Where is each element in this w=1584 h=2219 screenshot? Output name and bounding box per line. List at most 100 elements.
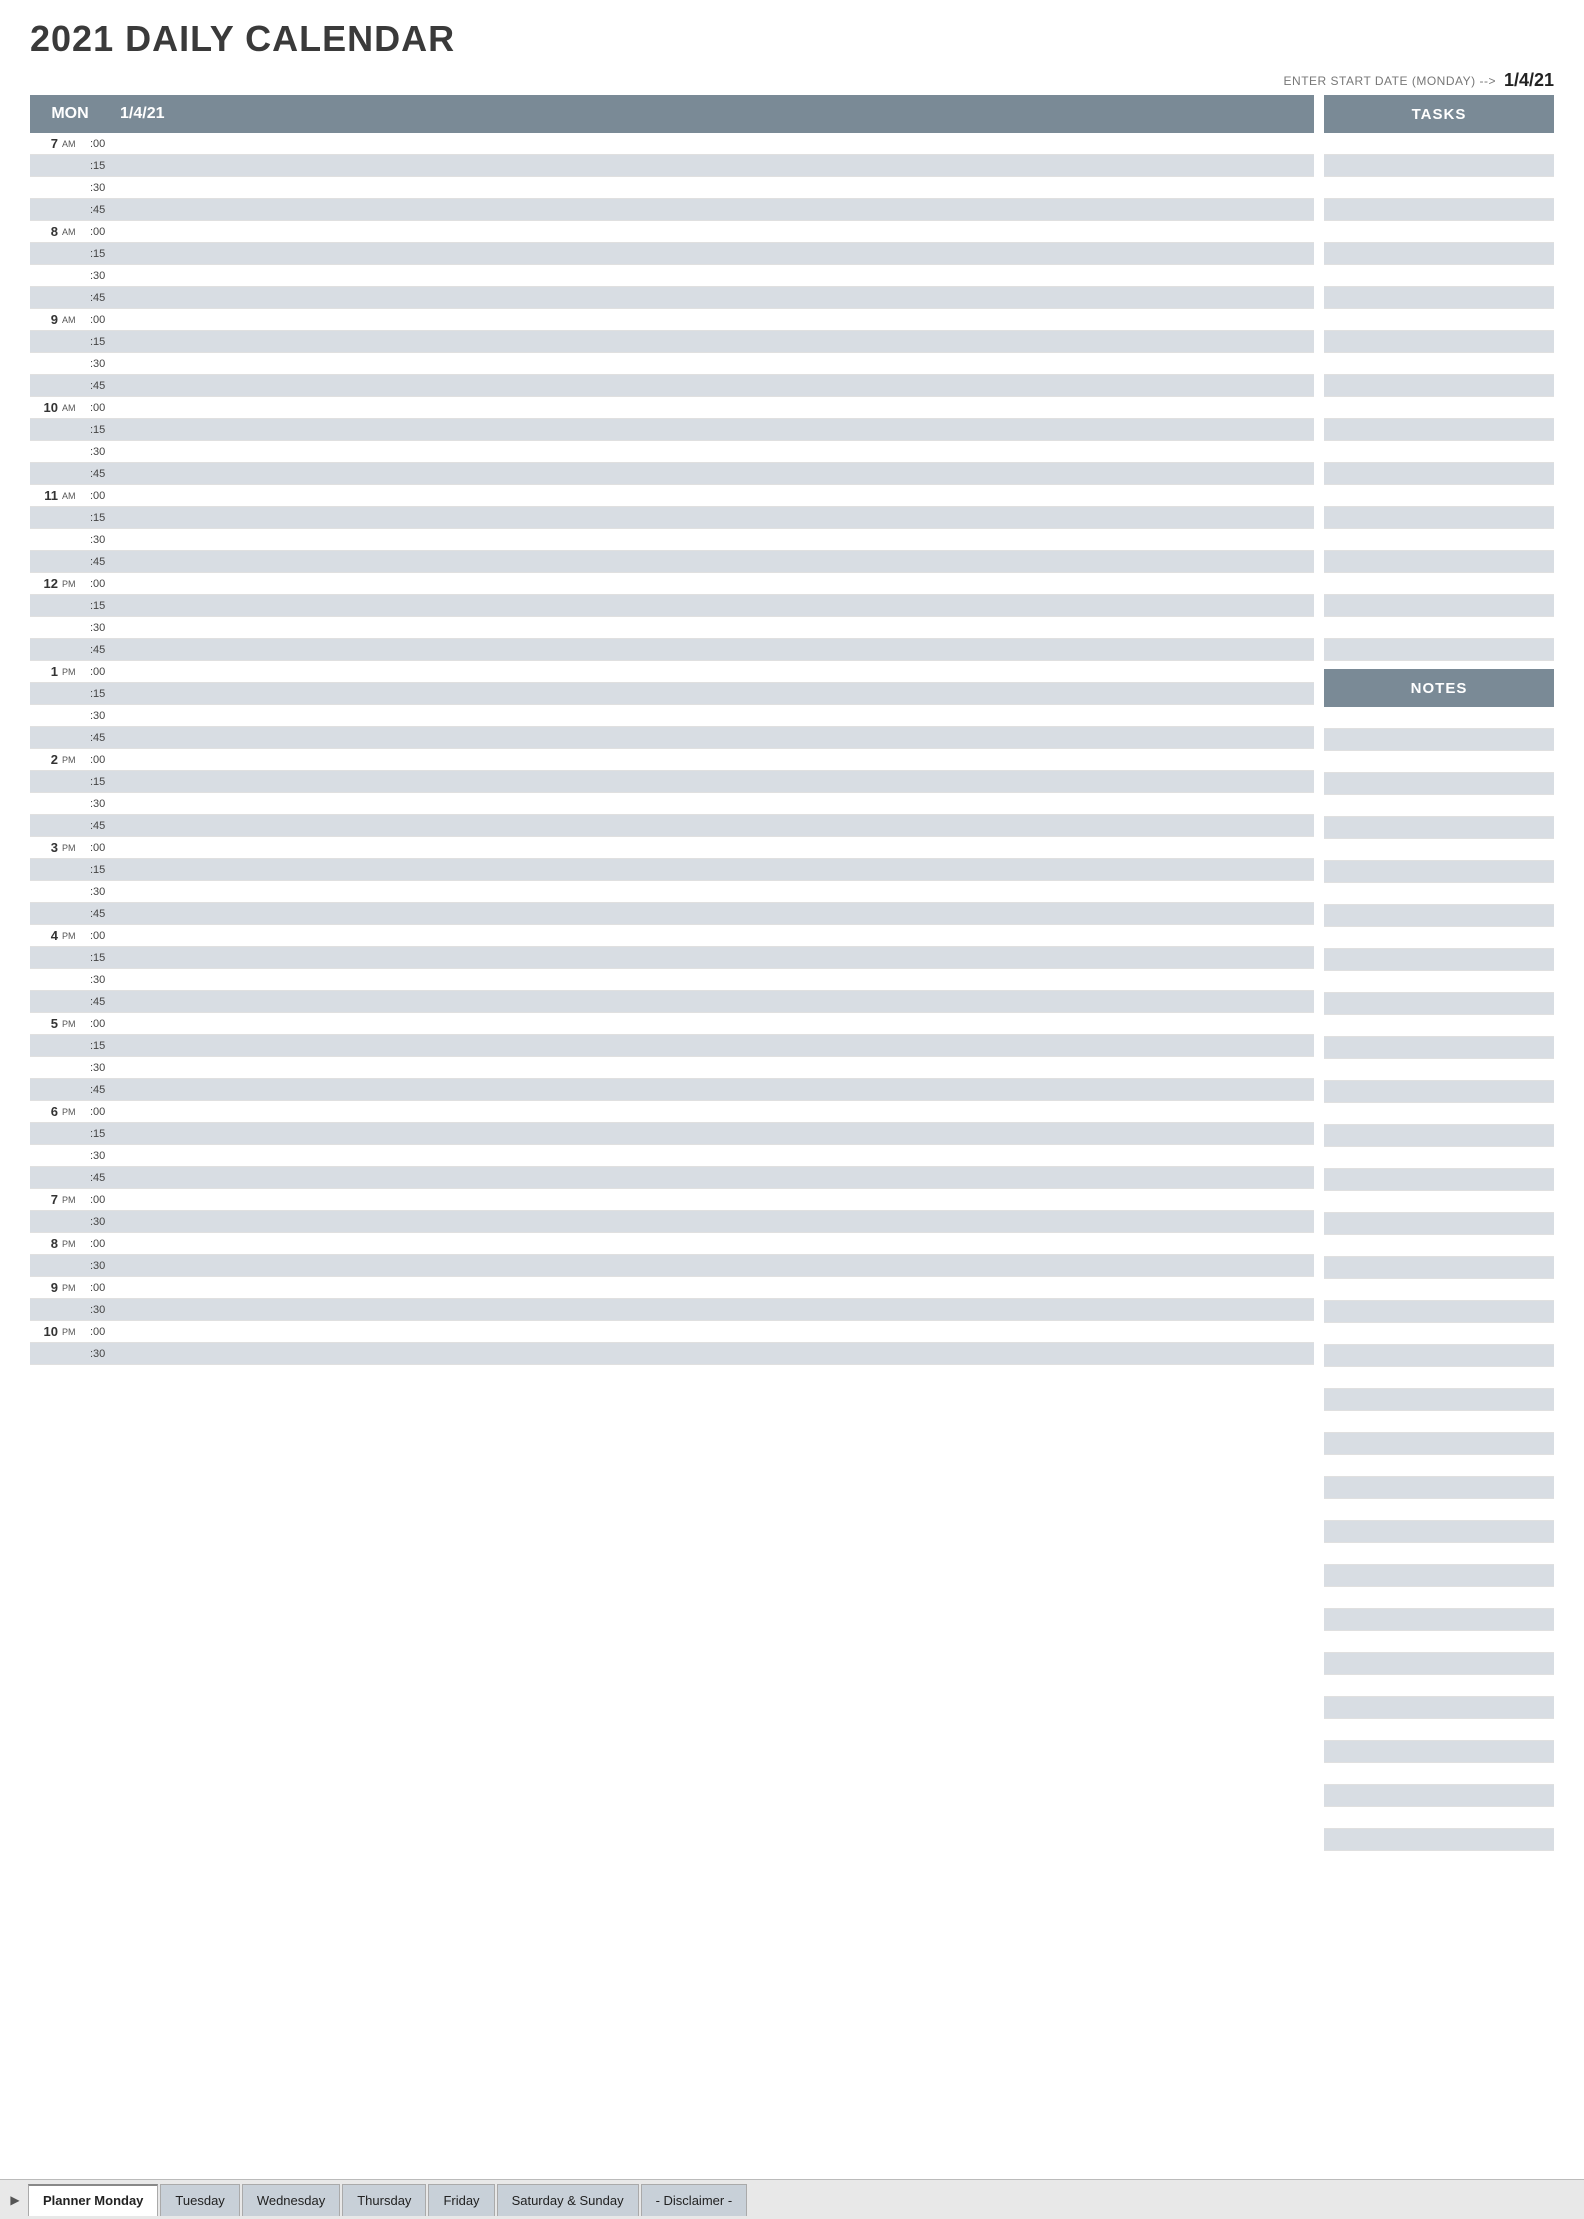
note-row[interactable]	[1324, 1103, 1554, 1125]
time-content[interactable]	[118, 925, 1314, 946]
task-row[interactable]	[1324, 353, 1554, 375]
note-row[interactable]	[1324, 1741, 1554, 1763]
time-slot-9-00[interactable]: 9 AM :00	[30, 309, 1314, 331]
task-row[interactable]	[1324, 507, 1554, 529]
time-content[interactable]	[118, 1189, 1314, 1210]
time-content[interactable]	[118, 903, 1314, 924]
time-slot-8pm-30[interactable]: :30	[30, 1255, 1314, 1277]
time-content[interactable]	[118, 1123, 1314, 1144]
time-content[interactable]	[118, 661, 1314, 682]
time-content[interactable]	[118, 1211, 1314, 1232]
time-slot-1pm-00[interactable]: 1 PM :00	[30, 661, 1314, 683]
time-slot-4pm-30[interactable]: :30	[30, 969, 1314, 991]
note-row[interactable]	[1324, 949, 1554, 971]
time-content[interactable]	[118, 133, 1314, 154]
note-row[interactable]	[1324, 1675, 1554, 1697]
time-slot-3pm-00[interactable]: 3 PM :00	[30, 837, 1314, 859]
time-slot-6pm-15[interactable]: :15	[30, 1123, 1314, 1145]
time-content[interactable]	[118, 155, 1314, 176]
note-row[interactable]	[1324, 1015, 1554, 1037]
time-slot-1pm-45[interactable]: :45	[30, 727, 1314, 749]
task-row[interactable]	[1324, 529, 1554, 551]
tab-friday[interactable]: Friday	[428, 2184, 494, 2216]
time-slot-2pm-45[interactable]: :45	[30, 815, 1314, 837]
time-content[interactable]	[118, 221, 1314, 242]
note-row[interactable]	[1324, 1125, 1554, 1147]
time-content[interactable]	[118, 1101, 1314, 1122]
time-slot-4pm-45[interactable]: :45	[30, 991, 1314, 1013]
time-slot-5pm-00[interactable]: 5 PM :00	[30, 1013, 1314, 1035]
note-row[interactable]	[1324, 1477, 1554, 1499]
note-row[interactable]	[1324, 1719, 1554, 1741]
time-content[interactable]	[118, 419, 1314, 440]
time-content[interactable]	[118, 199, 1314, 220]
time-slot-8-30[interactable]: :30	[30, 265, 1314, 287]
time-slot-1pm-30[interactable]: :30	[30, 705, 1314, 727]
time-content[interactable]	[118, 595, 1314, 616]
task-row[interactable]	[1324, 441, 1554, 463]
task-row[interactable]	[1324, 617, 1554, 639]
time-content[interactable]	[118, 287, 1314, 308]
note-row[interactable]	[1324, 861, 1554, 883]
note-row[interactable]	[1324, 1697, 1554, 1719]
time-slot-3pm-30[interactable]: :30	[30, 881, 1314, 903]
time-slot-10pm-30[interactable]: :30	[30, 1343, 1314, 1365]
time-slot-10-45[interactable]: :45	[30, 463, 1314, 485]
tab-nav-prev[interactable]: ▶	[4, 2189, 26, 2211]
time-slot-9pm-00[interactable]: 9 PM :00	[30, 1277, 1314, 1299]
task-row[interactable]	[1324, 309, 1554, 331]
time-content[interactable]	[118, 463, 1314, 484]
time-content[interactable]	[118, 1343, 1314, 1364]
time-content[interactable]	[118, 947, 1314, 968]
time-slot-12-30[interactable]: :30	[30, 617, 1314, 639]
time-content[interactable]	[118, 353, 1314, 374]
task-row[interactable]	[1324, 551, 1554, 573]
time-content[interactable]	[118, 485, 1314, 506]
note-row[interactable]	[1324, 1059, 1554, 1081]
task-row[interactable]	[1324, 331, 1554, 353]
note-row[interactable]	[1324, 1763, 1554, 1785]
time-content[interactable]	[118, 705, 1314, 726]
tab-planner-monday[interactable]: Planner Monday	[28, 2184, 158, 2216]
time-content[interactable]	[118, 375, 1314, 396]
note-row[interactable]	[1324, 1389, 1554, 1411]
note-row[interactable]	[1324, 1433, 1554, 1455]
note-row[interactable]	[1324, 1147, 1554, 1169]
note-row[interactable]	[1324, 1257, 1554, 1279]
time-content[interactable]	[118, 1277, 1314, 1298]
note-row[interactable]	[1324, 839, 1554, 861]
time-content[interactable]	[118, 309, 1314, 330]
time-slot-11-45[interactable]: :45	[30, 551, 1314, 573]
time-slot-1pm-15[interactable]: :15	[30, 683, 1314, 705]
task-row[interactable]	[1324, 199, 1554, 221]
time-slot-3pm-15[interactable]: :15	[30, 859, 1314, 881]
time-slot-5pm-15[interactable]: :15	[30, 1035, 1314, 1057]
time-slot-10-30[interactable]: :30	[30, 441, 1314, 463]
note-row[interactable]	[1324, 1367, 1554, 1389]
time-content[interactable]	[118, 1233, 1314, 1254]
time-slot-12-45[interactable]: :45	[30, 639, 1314, 661]
note-row[interactable]	[1324, 729, 1554, 751]
note-row[interactable]	[1324, 751, 1554, 773]
task-row[interactable]	[1324, 287, 1554, 309]
time-content[interactable]	[118, 1299, 1314, 1320]
time-slot-8-00[interactable]: 8 AM :00	[30, 221, 1314, 243]
note-row[interactable]	[1324, 1279, 1554, 1301]
time-slot-9pm-30[interactable]: :30	[30, 1299, 1314, 1321]
time-slot-8pm-00[interactable]: 8 PM :00	[30, 1233, 1314, 1255]
time-slot-10pm-00[interactable]: 10 PM :00	[30, 1321, 1314, 1343]
task-row[interactable]	[1324, 595, 1554, 617]
time-content[interactable]	[118, 177, 1314, 198]
time-content[interactable]	[118, 749, 1314, 770]
time-slot-4pm-00[interactable]: 4 PM :00	[30, 925, 1314, 947]
time-slot-8-15[interactable]: :15	[30, 243, 1314, 265]
time-slot-5pm-45[interactable]: :45	[30, 1079, 1314, 1101]
note-row[interactable]	[1324, 1455, 1554, 1477]
note-row[interactable]	[1324, 1587, 1554, 1609]
task-row[interactable]	[1324, 573, 1554, 595]
task-row[interactable]	[1324, 265, 1554, 287]
time-slot-7pm-30[interactable]: :30	[30, 1211, 1314, 1233]
note-row[interactable]	[1324, 1411, 1554, 1433]
note-row[interactable]	[1324, 1323, 1554, 1345]
time-content[interactable]	[118, 727, 1314, 748]
